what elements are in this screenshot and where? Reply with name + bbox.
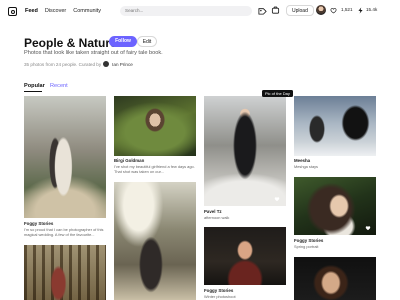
- notification-icon[interactable]: [258, 6, 267, 15]
- tab-popular[interactable]: Popular: [24, 83, 45, 89]
- photo-man-in-snow[interactable]: [204, 96, 286, 206]
- collection-meta: 35 photos from 24 people. Curated by Ian…: [24, 61, 133, 67]
- active-tab-indicator: [24, 91, 42, 92]
- photo-author[interactable]: Foggy Stories: [204, 288, 233, 293]
- photo-couple-under-tree[interactable]: [114, 182, 196, 300]
- collection-description: Photos that look like taken straight out…: [24, 50, 163, 56]
- photo-caption: I've shot my beautiful girlfriend a few …: [114, 164, 195, 174]
- nav-feed[interactable]: Feed: [25, 8, 38, 14]
- upload-button[interactable]: Upload: [286, 5, 314, 16]
- collection-icon[interactable]: [271, 6, 280, 15]
- curator-avatar[interactable]: [103, 61, 110, 67]
- photo-caption: Meshga stays: [294, 164, 319, 169]
- edit-button[interactable]: Edit: [137, 36, 157, 47]
- logo-icon[interactable]: [8, 6, 17, 16]
- heart-icon[interactable]: [365, 225, 371, 231]
- photo-author[interactable]: Pavel Tz: [204, 209, 222, 214]
- nav-community[interactable]: Community: [73, 8, 101, 14]
- photo-author[interactable]: Foggy Stories: [294, 238, 323, 243]
- photo-horse-winter[interactable]: [294, 96, 376, 156]
- search-input[interactable]: [120, 6, 252, 16]
- nav-discover[interactable]: Discover: [45, 8, 66, 14]
- photo-girl-dark[interactable]: [294, 257, 376, 300]
- page-title: People & Nature: [24, 36, 117, 50]
- meta-text: 35 photos from 24 people. Curated by: [24, 61, 102, 67]
- photo-author[interactable]: Meesha: [294, 158, 310, 163]
- photo-girl-in-leaves[interactable]: [114, 96, 196, 156]
- pic-of-day-tooltip: Pic of the Day: [262, 90, 293, 97]
- photo-author[interactable]: Foggy Stories: [24, 221, 53, 226]
- photo-wedding-couple[interactable]: [24, 96, 106, 218]
- photo-forest-couple[interactable]: [24, 245, 106, 300]
- heart-icon[interactable]: [274, 196, 280, 202]
- photo-man-portrait[interactable]: [204, 227, 286, 285]
- tab-recent[interactable]: Recent: [50, 83, 68, 89]
- lightning-icon: [358, 7, 363, 14]
- photo-caption: I'm so proud that I can be photographer …: [24, 227, 104, 237]
- photo-woman-portrait[interactable]: [294, 177, 376, 235]
- photo-author[interactable]: Birgi Goldman: [114, 158, 144, 163]
- follow-button[interactable]: Follow: [109, 36, 137, 47]
- likes-count: 1,521: [341, 7, 353, 12]
- heart-icon: [330, 8, 337, 14]
- photo-caption: afternoon walk: [204, 215, 230, 220]
- photo-caption: Winter photoshoot: [204, 294, 236, 299]
- avatar[interactable]: [316, 5, 326, 15]
- followers-count: 15.4k: [366, 7, 378, 12]
- curator-name[interactable]: Ian Prince: [112, 62, 133, 67]
- photo-caption: Spring portrait: [294, 244, 319, 249]
